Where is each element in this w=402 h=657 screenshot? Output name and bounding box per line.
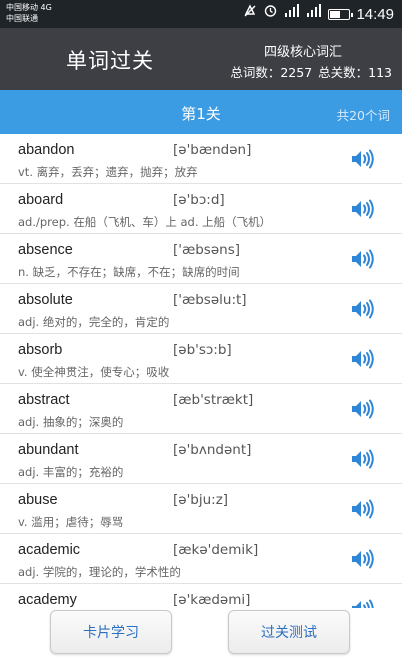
word-text: abandon [18,142,75,158]
speaker-icon[interactable] [350,348,376,370]
speaker-icon[interactable] [350,298,376,320]
vocabulary-book-name: 四级核心词汇 [263,45,342,60]
carrier-secondary: 中国联通 [6,14,38,23]
word-meaning: ad./prep. 在船（飞机、车）上 ad. 上船（飞机） [18,215,272,229]
word-text: aboard [18,192,64,208]
word-text: absolute [18,292,73,308]
status-bar: 中国移动 4G 中国联通 14:49 [0,0,402,28]
no-notification-icon [243,3,257,25]
total-levels: 总关数：113 [318,65,392,80]
speaker-icon[interactable] [350,398,376,420]
level-word-count: 共20个词 [336,108,390,123]
word-text: academic [18,542,81,558]
word-phonetic: [ə'bɔ:d] [173,192,225,208]
battery-icon [328,8,354,20]
word-meaning: adj. 抽象的；深奥的 [18,415,124,429]
word-meaning: n. 缺乏，不存在；缺席，不在；缺席的时间 [18,265,240,279]
word-text: abundant [18,442,79,458]
card-study-button[interactable]: 卡片学习 [50,610,172,654]
word-phonetic: ['æbsəlu:t] [173,292,247,308]
status-indicators: 14:49 [243,3,394,25]
speaker-icon[interactable] [350,498,376,520]
speaker-icon[interactable] [350,248,376,270]
signal-icon [306,4,322,24]
word-meaning: vt. 离弃，丢弃；遗弃，抛弃；放弃 [18,165,198,179]
header-stats: 总词数：2257 总关数：113 [228,62,392,81]
word-text: abstract [18,392,70,408]
word-text: absorb [18,342,63,358]
list-item[interactable]: absorb [əb'sɔ:b] v. 使全神贯注，使专心；吸收 [0,334,402,384]
word-meaning: adj. 绝对的，完全的，肯定的 [18,315,170,329]
level-test-button[interactable]: 过关测试 [228,610,350,654]
list-item[interactable]: absolute ['æbsəlu:t] adj. 绝对的，完全的，肯定的 [0,284,402,334]
alarm-icon [263,3,278,25]
word-phonetic: [æb'strækt] [173,392,254,408]
word-phonetic: [ækə'demik] [173,542,259,558]
carrier-primary: 中国移动 4G [6,3,52,12]
list-item[interactable]: abstract [æb'strækt] adj. 抽象的；深奥的 [0,384,402,434]
word-text: abuse [18,492,58,508]
speaker-icon[interactable] [350,448,376,470]
word-phonetic: ['æbsəns] [173,242,240,258]
word-meaning: v. 滥用；虐待；辱骂 [18,515,124,529]
list-item[interactable]: abundant [ə'bʌndənt] adj. 丰富的；充裕的 [0,434,402,484]
word-text: academy [18,592,77,608]
word-meaning: v. 使全神贯注，使专心；吸收 [18,365,170,379]
word-meaning: adj. 丰富的；充裕的 [18,465,124,479]
carrier-info: 中国移动 4G 中国联通 [6,2,52,24]
word-phonetic: [ə'bʌndənt] [173,442,252,458]
total-words: 总词数：2257 [230,65,313,80]
list-item[interactable]: aboard [ə'bɔ:d] ad./prep. 在船（飞机、车）上 ad. 上船… [0,184,402,234]
word-meaning: adj. 学院的，理论的，学术性的 [18,565,181,579]
bottom-action-bar: 卡片学习 过关测试 [0,608,402,657]
word-list[interactable]: abandon [ə'bændən] vt. 离弃，丢弃；遗弃，抛弃；放弃 aboar… [0,134,402,608]
status-time: 14:49 [356,5,394,23]
list-item[interactable]: abuse [ə'bju:z] v. 滥用；虐待；辱骂 [0,484,402,534]
word-phonetic: [ə'bændən] [173,142,252,158]
list-item[interactable]: absence ['æbsəns] n. 缺乏，不存在；缺席，不在；缺席的时间 [0,234,402,284]
word-text: absence [18,242,73,258]
app-header: 单词过关 四级核心词汇 总词数：2257 总关数：113 [0,28,402,90]
list-item[interactable]: abandon [ə'bændən] vt. 离弃，丢弃；遗弃，抛弃；放弃 [0,134,402,184]
word-phonetic: [əb'sɔ:b] [173,342,232,358]
level-bar: 第1关 共20个词 [0,90,402,134]
word-phonetic: [ə'bju:z] [173,492,229,508]
list-item[interactable]: academic [ækə'demik] adj. 学院的，理论的，学术性的 [0,534,402,584]
speaker-icon[interactable] [350,198,376,220]
list-item[interactable]: academy [ə'kædəmi] [0,584,402,608]
speaker-icon[interactable] [350,548,376,570]
signal-icon [284,4,300,24]
page-title: 单词过关 [66,49,154,73]
speaker-icon[interactable] [350,598,376,608]
speaker-icon[interactable] [350,148,376,170]
word-phonetic: [ə'kædəmi] [173,592,251,608]
